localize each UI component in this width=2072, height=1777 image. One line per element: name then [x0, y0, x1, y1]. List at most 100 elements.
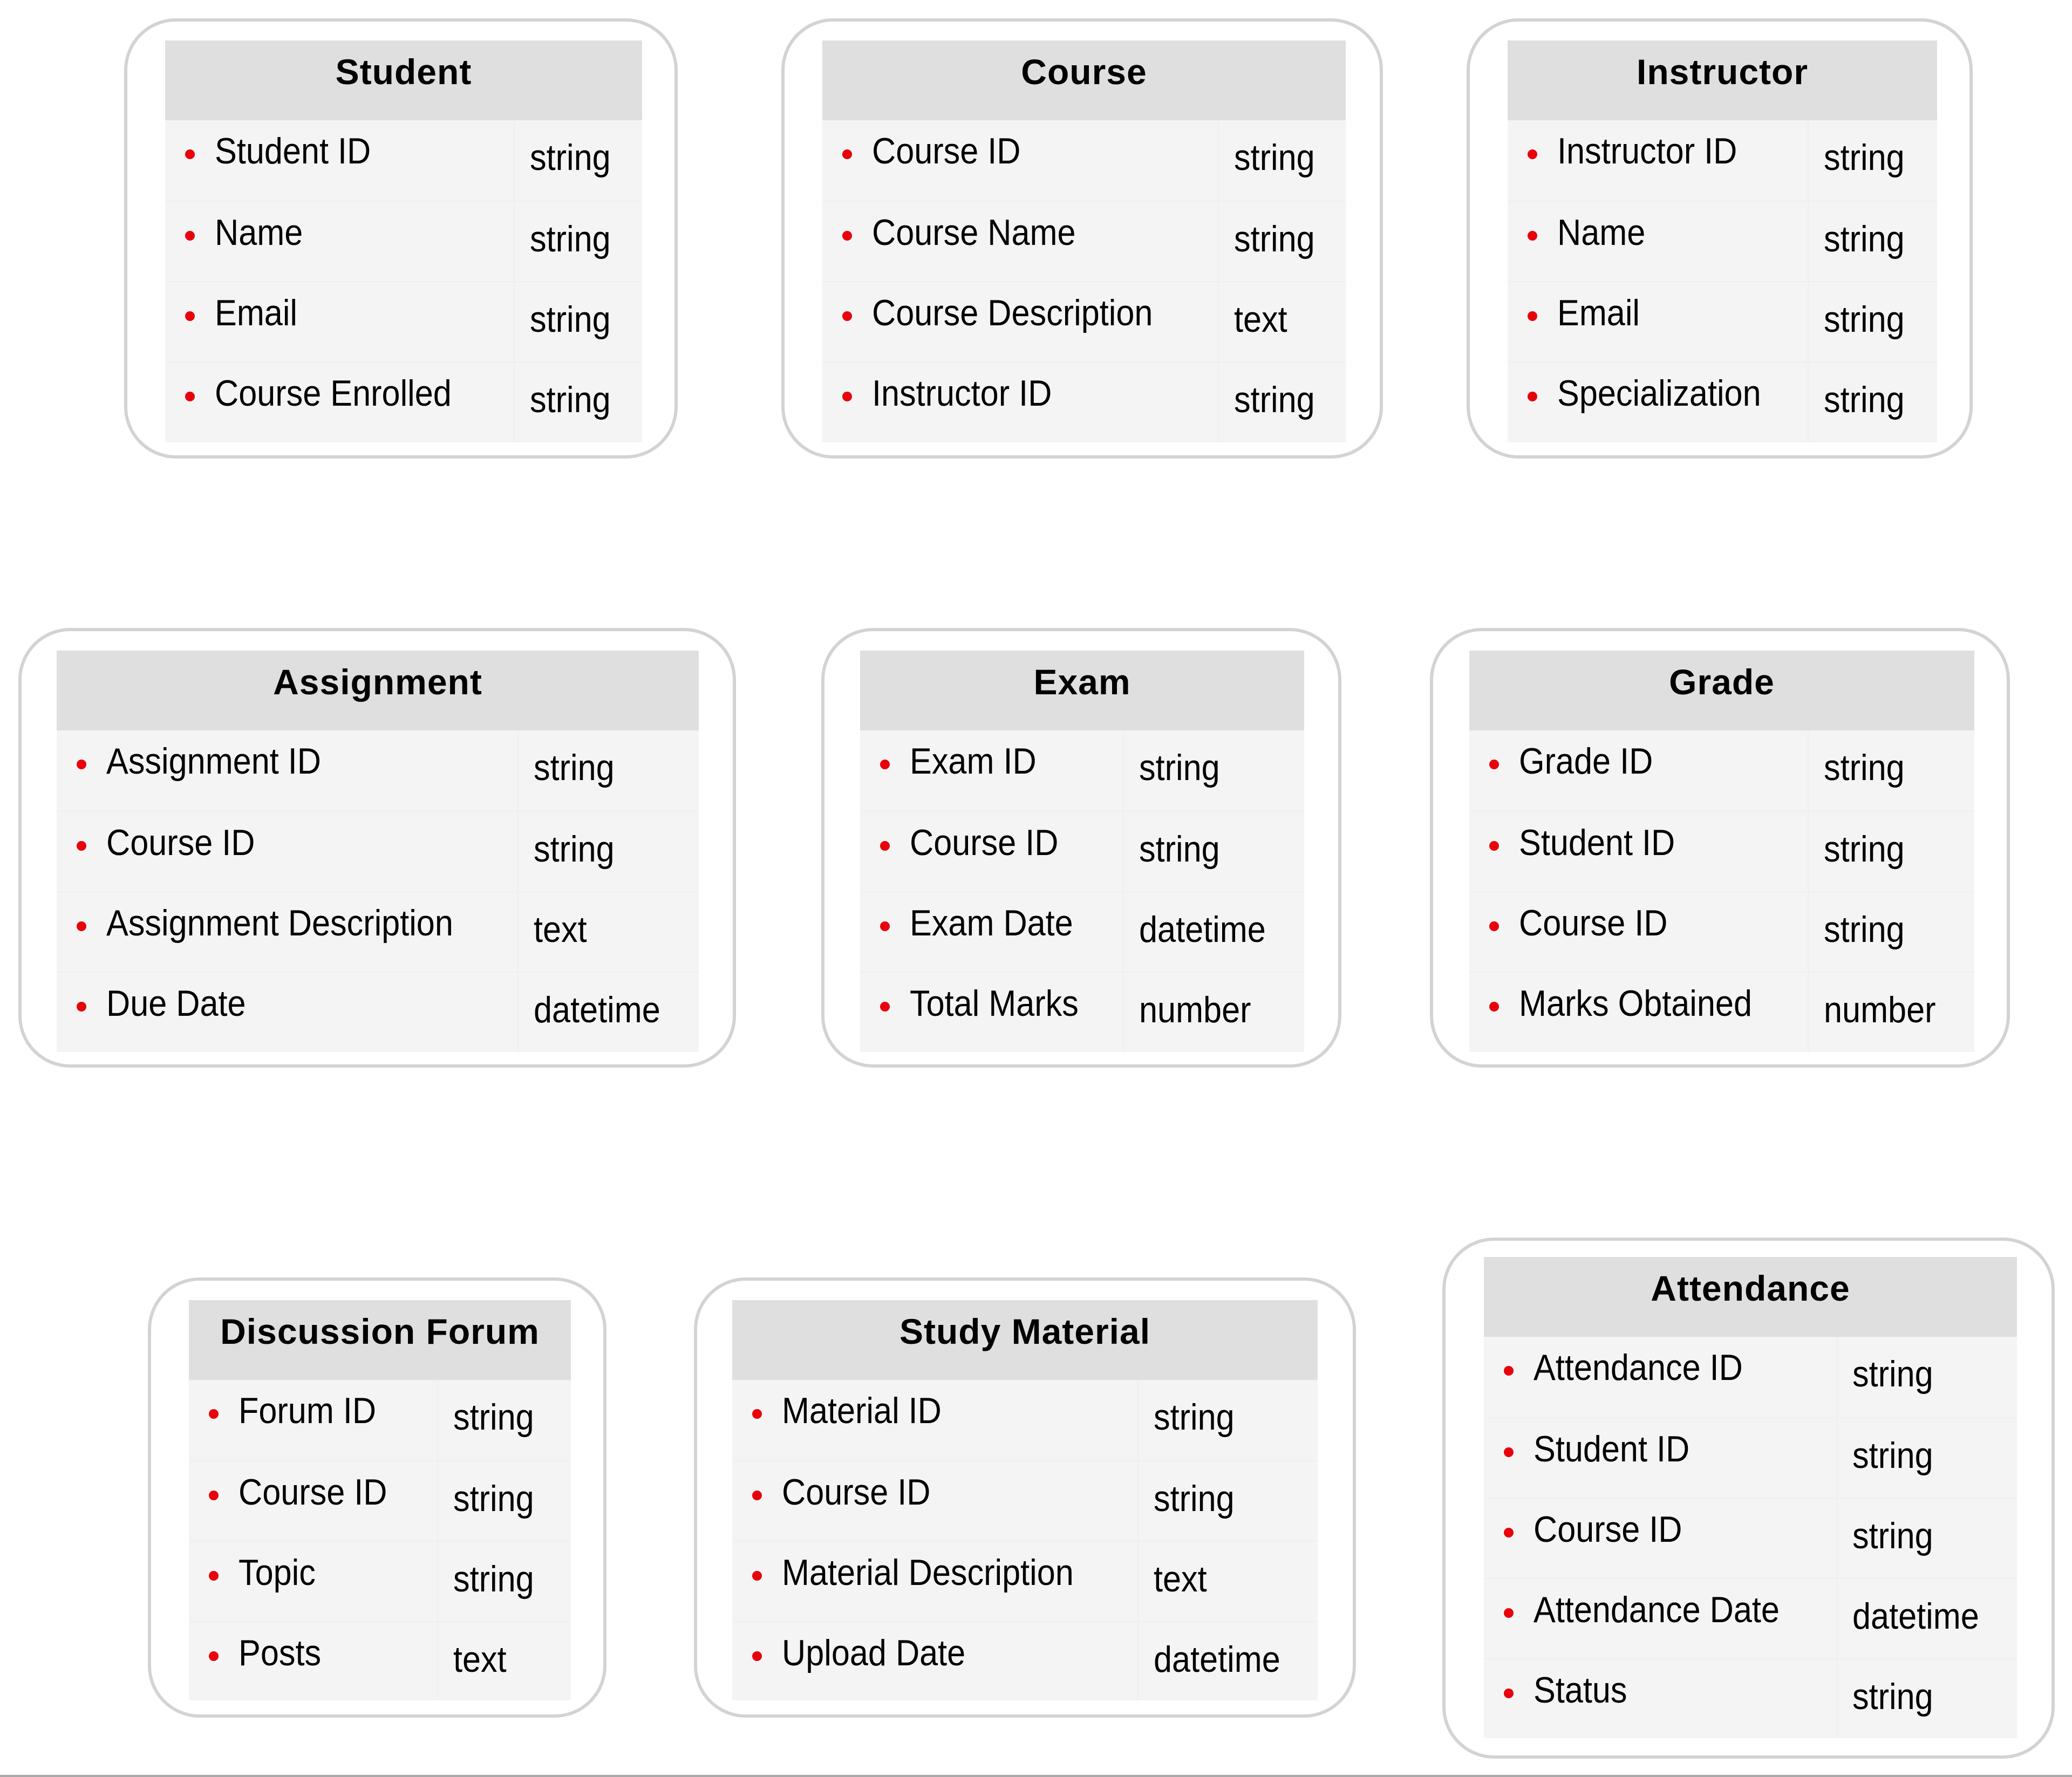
field-name: Email — [1557, 292, 1640, 333]
field-row: Course ID string — [1484, 1498, 2017, 1578]
field-name: Course Description — [872, 292, 1153, 333]
field-row: Exam ID string — [860, 730, 1304, 811]
field-type: string — [1139, 747, 1220, 788]
bullet-icon — [185, 231, 195, 241]
bullet-icon — [1504, 1608, 1514, 1618]
entity-table: Exam Exam ID string Course ID string Exam Dat… — [860, 651, 1304, 1052]
bullet-icon — [209, 1571, 219, 1581]
field-type: string — [534, 829, 615, 870]
field-row: Attendance ID string — [1484, 1337, 2017, 1417]
field-name: Course Name — [872, 212, 1076, 253]
field-name: Material ID — [782, 1390, 942, 1431]
bullet-icon — [842, 231, 852, 241]
field-type: string — [1824, 747, 1905, 788]
bullet-icon — [880, 841, 890, 851]
field-row: Email string — [1508, 281, 1937, 361]
field-name: Material Description — [782, 1552, 1074, 1593]
field-row: Course Description text — [822, 281, 1346, 361]
entity-title: Exam — [860, 651, 1304, 730]
field-name: Course ID — [106, 822, 255, 863]
field-type: string — [1139, 829, 1220, 870]
field-row: Total Marks number — [860, 972, 1304, 1052]
field-row: Assignment ID string — [57, 730, 699, 811]
field-name: Posts — [238, 1632, 322, 1673]
field-type: string — [1824, 829, 1905, 870]
field-type: string — [1824, 299, 1905, 340]
field-name: Total Marks — [910, 983, 1079, 1024]
field-type: string — [1852, 1676, 1933, 1717]
field-type: string — [1824, 909, 1905, 950]
field-row: Course Enrolled string — [165, 361, 642, 442]
field-row: Topic string — [189, 1541, 571, 1621]
bottom-divider — [0, 1775, 2072, 1777]
entity-table: Attendance Attendance ID string Student ID s… — [1484, 1257, 2017, 1738]
field-type: datetime — [1154, 1639, 1280, 1680]
bullet-icon — [1489, 921, 1499, 931]
field-type: datetime — [1852, 1596, 1979, 1637]
field-type: text — [534, 909, 587, 950]
field-row: Student ID string — [1469, 811, 1974, 891]
field-row: Student ID string — [165, 120, 642, 201]
field-row: Course ID string — [732, 1460, 1318, 1541]
field-name: Status — [1533, 1670, 1627, 1711]
bullet-icon — [209, 1651, 219, 1661]
field-row: Student ID string — [1484, 1417, 2017, 1498]
field-type: text — [1234, 299, 1287, 340]
bullet-icon — [1504, 1689, 1514, 1698]
field-name: Student ID — [215, 131, 371, 172]
field-row: Status string — [1484, 1658, 2017, 1739]
entity-table: Grade Grade ID string Student ID string Cours… — [1469, 651, 1974, 1052]
field-name: Student ID — [1519, 822, 1675, 863]
field-row: Upload Date datetime — [732, 1621, 1318, 1701]
field-name: Email — [215, 292, 298, 333]
field-type: string — [1852, 1435, 1933, 1476]
field-row: Name string — [165, 201, 642, 281]
field-row: Name string — [1508, 201, 1937, 281]
field-name: Course ID — [782, 1472, 931, 1513]
field-row: Course ID string — [57, 811, 699, 891]
bullet-icon — [1528, 231, 1537, 241]
entity-table: Course Course ID string Course Name string Co… — [822, 40, 1346, 442]
field-row: Due Date datetime — [57, 972, 699, 1052]
field-row: Exam Date datetime — [860, 891, 1304, 972]
field-row: Material Description text — [732, 1541, 1318, 1621]
field-row: Course Name string — [822, 201, 1346, 281]
field-name: Instructor ID — [872, 373, 1052, 414]
bullet-icon — [842, 149, 852, 159]
bullet-icon — [1528, 311, 1537, 321]
bullet-icon — [1489, 760, 1499, 769]
bullet-icon — [842, 311, 852, 321]
bullet-icon — [752, 1491, 762, 1500]
field-type: string — [1852, 1515, 1933, 1556]
bullet-icon — [752, 1571, 762, 1581]
field-name: Assignment ID — [106, 741, 321, 782]
field-name: Forum ID — [238, 1390, 377, 1431]
field-name: Student ID — [1533, 1429, 1690, 1470]
field-name: Due Date — [106, 983, 246, 1024]
entity-title: Instructor — [1508, 40, 1937, 120]
entity-title: Study Material — [732, 1300, 1318, 1380]
bullet-icon — [1528, 149, 1537, 159]
bullet-icon — [77, 760, 86, 769]
field-name: Exam Date — [910, 903, 1073, 944]
bullet-icon — [752, 1409, 762, 1419]
field-row: Marks Obtained number — [1469, 972, 1974, 1052]
field-type: string — [1824, 379, 1905, 420]
field-row: Instructor ID string — [822, 361, 1346, 442]
bullet-icon — [185, 149, 195, 159]
field-row: Posts text — [189, 1621, 571, 1701]
field-name: Upload Date — [782, 1632, 966, 1673]
field-type: datetime — [1139, 909, 1266, 950]
entity-table: Instructor Instructor ID string Name string E… — [1508, 40, 1937, 442]
entity-title: Attendance — [1484, 1257, 2017, 1337]
field-type: string — [1234, 137, 1315, 178]
field-row: Email string — [165, 281, 642, 361]
bullet-icon — [1489, 1002, 1499, 1011]
field-row: Instructor ID string — [1508, 120, 1937, 201]
field-name: Attendance ID — [1533, 1347, 1743, 1388]
field-type: string — [453, 1478, 534, 1519]
entity-table: Student Student ID string Name string Email st… — [165, 40, 642, 442]
field-type: string — [530, 218, 611, 259]
field-row: Attendance Date datetime — [1484, 1578, 2017, 1658]
field-name: Course ID — [910, 822, 1059, 863]
